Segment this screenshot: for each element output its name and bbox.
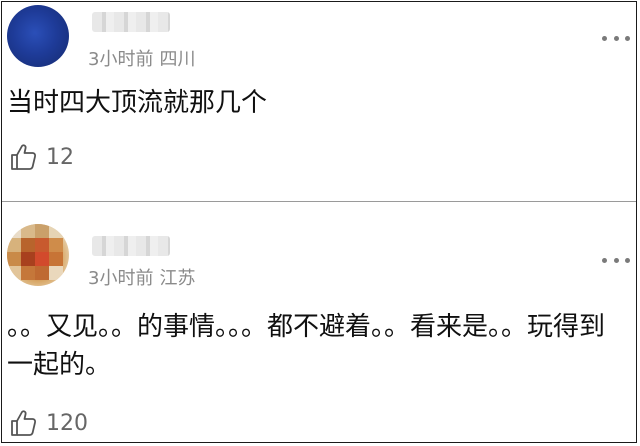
comment-location: 四川 — [159, 49, 196, 70]
divider — [2, 201, 636, 202]
comment-meta: 3小时前 四川 — [88, 45, 195, 71]
avatar[interactable] — [7, 224, 69, 286]
username-blurred[interactable] — [92, 12, 170, 32]
like-button[interactable]: 120 — [8, 408, 88, 438]
comment-location: 江苏 — [159, 268, 196, 289]
like-button[interactable]: 12 — [8, 142, 74, 172]
thumbs-up-icon — [11, 410, 37, 436]
username-blurred[interactable] — [92, 236, 170, 256]
comment-text: 当时四大顶流就那几个 — [7, 88, 268, 118]
comment-item: 3小时前 江苏 。。又见。。的事情。。。都不避着。。看来是。。玩得到一起的。 12… — [2, 204, 636, 444]
more-dots-icon[interactable] — [602, 34, 630, 42]
thumbs-up-icon — [11, 144, 37, 170]
comment-list: 3小时前 四川 当时四大顶流就那几个 12 3小时前 江苏 。。又见。。的事情。… — [1, 1, 637, 443]
avatar[interactable] — [7, 5, 69, 67]
more-dots-icon[interactable] — [602, 256, 630, 264]
comment-text: 。。又见。。的事情。。。都不避着。。看来是。。玩得到一起的。 — [7, 312, 606, 380]
comment-meta: 3小时前 江苏 — [88, 264, 195, 290]
comment-item: 3小时前 四川 当时四大顶流就那几个 12 — [2, 2, 636, 202]
comment-time: 3小时前 — [88, 49, 154, 70]
like-count: 12 — [46, 144, 74, 170]
like-count: 120 — [46, 410, 88, 436]
comment-time: 3小时前 — [88, 268, 154, 289]
